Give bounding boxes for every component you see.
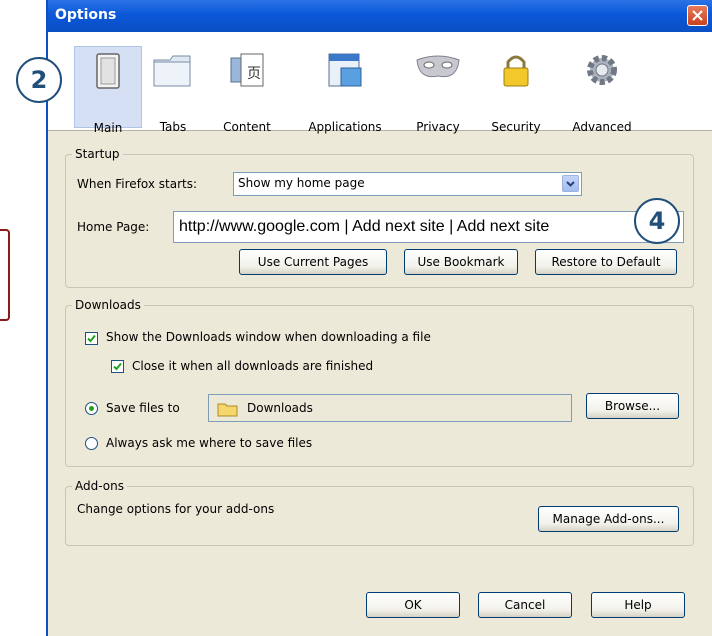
checkmark-icon <box>87 334 96 343</box>
callout-badge: 2 <box>16 57 62 103</box>
addons-heading: Add-ons <box>72 479 127 493</box>
always-ask-radio[interactable] <box>85 437 98 450</box>
download-folder-name: Downloads <box>247 401 313 415</box>
background-window-edge <box>0 229 10 321</box>
gear-icon <box>587 55 617 85</box>
home-page-label: Home Page: <box>77 220 150 234</box>
lock-icon <box>503 55 529 87</box>
ok-button[interactable]: OK <box>366 592 460 618</box>
options-toolbar: Main Tabs 页 Content Applications Privacy… <box>48 32 712 135</box>
save-files-label: Save files to <box>106 401 180 415</box>
tab-advanced[interactable]: Advanced <box>568 46 636 134</box>
switch-icon <box>96 53 120 89</box>
browse-button[interactable]: Browse... <box>586 393 679 419</box>
home-page-input[interactable]: http://www.google.com | Add next site | … <box>173 211 684 243</box>
tab-content[interactable]: 页 Content <box>213 46 281 134</box>
content-icon: 页 <box>230 53 264 87</box>
tab-security[interactable]: Security <box>482 46 550 134</box>
use-current-pages-button[interactable]: Use Current Pages <box>239 249 387 275</box>
chevron-down-icon[interactable] <box>562 175 579 192</box>
tab-privacy[interactable]: Privacy <box>404 46 472 134</box>
addons-group: Add-ons Change options for your add-ons … <box>65 479 694 546</box>
downloads-group: Downloads Show the Downloads window when… <box>65 298 694 467</box>
download-folder-field: Downloads <box>208 394 572 422</box>
tabs-icon <box>153 55 191 87</box>
addons-description: Change options for your add-ons <box>77 502 275 516</box>
window-title: Options <box>55 7 117 23</box>
applications-icon <box>328 53 362 87</box>
show-downloads-checkbox[interactable] <box>85 332 98 345</box>
show-downloads-label: Show the Downloads window when downloadi… <box>106 330 431 344</box>
options-dialog: Options Main Tabs 页 Content Applications… <box>46 0 712 636</box>
when-starts-select[interactable]: Show my home page <box>233 172 582 196</box>
tab-tabs[interactable]: Tabs <box>139 46 207 134</box>
startup-group: Startup When Firefox starts: Show my hom… <box>65 147 694 288</box>
svg-text:页: 页 <box>247 66 261 82</box>
manage-addons-button[interactable]: Manage Add-ons... <box>538 506 679 532</box>
restore-default-button[interactable]: Restore to Default <box>535 249 677 275</box>
title-bar: Options <box>48 0 712 32</box>
close-button[interactable] <box>687 5 708 26</box>
use-bookmark-button[interactable]: Use Bookmark <box>404 249 518 275</box>
tab-main[interactable]: Main <box>74 46 142 135</box>
mask-icon <box>416 55 460 78</box>
close-it-checkbox[interactable] <box>111 360 124 373</box>
tab-applications[interactable]: Applications <box>302 46 388 134</box>
checkmark-icon <box>113 362 122 371</box>
always-ask-label: Always ask me where to save files <box>106 436 313 450</box>
when-starts-label: When Firefox starts: <box>77 177 198 191</box>
startup-heading: Startup <box>72 147 123 161</box>
callout-badge: 4 <box>634 198 680 244</box>
help-button[interactable]: Help <box>591 592 685 618</box>
folder-icon <box>217 403 238 417</box>
save-files-radio[interactable] <box>85 402 98 415</box>
downloads-heading: Downloads <box>72 298 144 312</box>
close-icon <box>692 10 703 21</box>
cancel-button[interactable]: Cancel <box>478 592 572 618</box>
close-it-label: Close it when all downloads are finished <box>132 359 374 373</box>
